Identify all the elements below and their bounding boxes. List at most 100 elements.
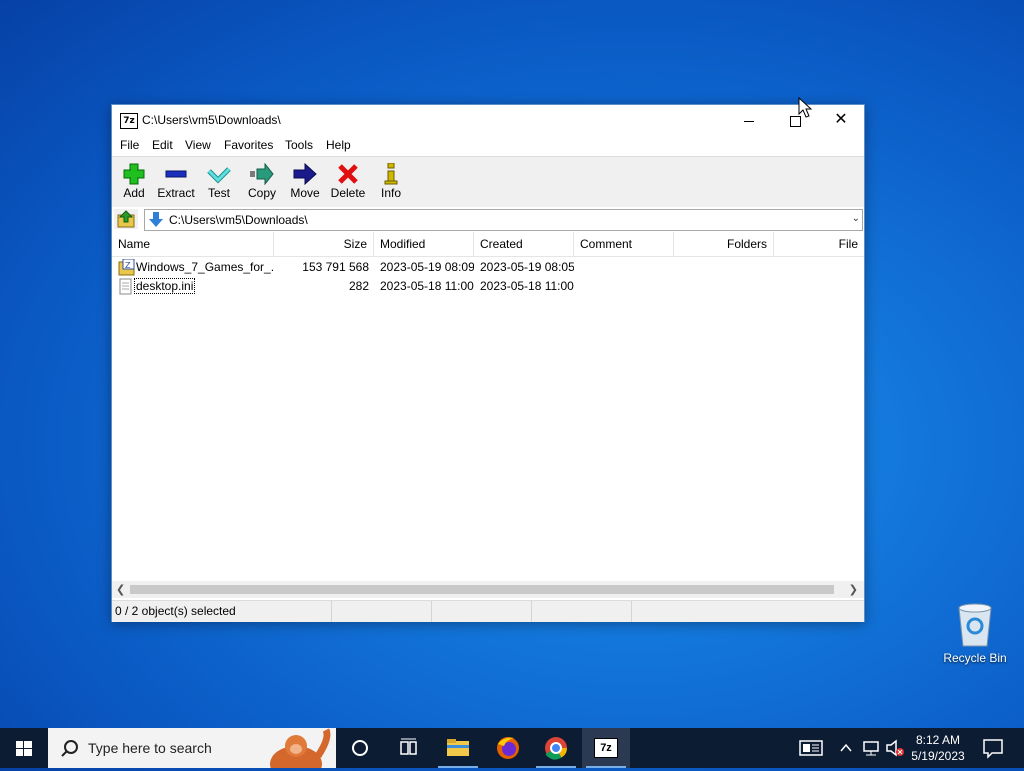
file-name: desktop.ini [134, 278, 196, 294]
show-hidden-icons-button[interactable] [836, 728, 856, 768]
status-bar: 0 / 2 object(s) selected [112, 600, 864, 622]
copy-arrow-icon [250, 163, 274, 185]
column-files[interactable]: File [774, 232, 864, 256]
column-created[interactable]: Created [474, 232, 574, 256]
table-row[interactable]: desktop.ini 282 2023-05-18 11:00 2023-05… [112, 277, 864, 296]
7zip-taskbar-icon: 7z [594, 738, 618, 758]
delete-x-icon [338, 164, 358, 184]
menu-edit[interactable]: Edit [152, 138, 173, 152]
mouse-cursor-icon [798, 97, 812, 118]
file-size: 153 791 568 [302, 260, 369, 274]
copy-button[interactable]: Copy [240, 159, 284, 205]
task-view-icon [400, 738, 417, 755]
recycle-bin-icon [958, 603, 992, 647]
window-title: C:\Users\vm5\Downloads\ [142, 113, 281, 127]
table-row[interactable]: Z Windows_7_Games_for_... 153 791 568 20… [112, 258, 864, 277]
down-arrow-folder-icon [149, 212, 163, 227]
file-modified: 2023-05-18 11:00 [380, 279, 474, 293]
cortana-button[interactable] [336, 728, 384, 768]
network-icon [863, 741, 879, 756]
path-text: C:\Users\vm5\Downloads\ [169, 213, 308, 227]
status-size [332, 601, 432, 622]
network-tray-button[interactable] [860, 728, 882, 768]
file-created: 2023-05-18 11:00 [480, 279, 574, 293]
up-folder-button[interactable] [114, 209, 138, 229]
path-combobox[interactable]: C:\Users\vm5\Downloads\ ⌄ [144, 209, 863, 231]
status-packed [432, 601, 532, 622]
clock-date: 5/19/2023 [911, 749, 965, 763]
move-arrow-icon [293, 163, 317, 185]
news-icon [799, 740, 823, 756]
chrome-taskbar-button[interactable] [532, 728, 580, 768]
horizontal-scrollbar[interactable]: ❮ ❯ [112, 581, 864, 598]
column-size[interactable]: Size [274, 232, 374, 256]
search-placeholder: Type here to search [88, 740, 212, 756]
recycle-bin-label: Recycle Bin [943, 651, 1007, 665]
start-button[interactable] [0, 728, 48, 768]
list-header: Name Size Modified Created Comment Folde… [112, 232, 864, 257]
up-folder-icon [117, 210, 135, 228]
chrome-icon [545, 737, 567, 760]
column-folders[interactable]: Folders [674, 232, 774, 256]
file-modified: 2023-05-19 08:09 [380, 260, 474, 274]
firefox-taskbar-button[interactable] [484, 728, 532, 768]
selection-status: 0 / 2 object(s) selected [112, 601, 332, 622]
test-button[interactable]: Test [197, 159, 241, 205]
move-button[interactable]: Move [283, 159, 327, 205]
plus-icon [123, 163, 145, 185]
add-button[interactable]: Add [112, 159, 156, 205]
search-icon [61, 740, 78, 757]
info-button[interactable]: Info [369, 159, 413, 205]
taskbar-clock[interactable]: 8:12 AM 5/19/2023 [906, 732, 970, 764]
chevron-down-icon[interactable]: ⌄ [852, 213, 860, 224]
recycle-bin-desktop-icon[interactable]: Recycle Bin [938, 600, 1012, 665]
close-icon: ✕ [834, 111, 848, 128]
windows-logo-icon [16, 741, 32, 756]
column-name[interactable]: Name [112, 232, 274, 256]
menu-tools[interactable]: Tools [285, 138, 313, 152]
scroll-left-icon[interactable]: ❮ [116, 583, 125, 596]
news-widget-button[interactable] [796, 728, 826, 768]
menu-file[interactable]: File [120, 138, 139, 152]
minimize-icon [744, 120, 754, 122]
task-view-button[interactable] [384, 728, 432, 768]
7zip-window: 7z C:\Users\vm5\Downloads\ ✕ File Edit V… [111, 104, 865, 622]
menu-bar: File Edit View Favorites Tools Help [112, 135, 864, 155]
folder-icon [447, 739, 469, 756]
column-modified[interactable]: Modified [374, 232, 474, 256]
info-icon [384, 163, 398, 185]
ini-file-icon [119, 278, 132, 295]
zip-archive-icon: Z [118, 259, 135, 276]
status-modified [532, 601, 632, 622]
file-size: 282 [348, 279, 369, 293]
notification-center-button[interactable] [978, 728, 1008, 768]
check-icon [207, 167, 231, 184]
7zip-taskbar-button[interactable]: 7z [582, 728, 630, 768]
minimize-button[interactable] [726, 105, 772, 135]
7zip-app-icon: 7z [120, 113, 138, 129]
volume-muted-icon [886, 739, 904, 757]
toolbar: Add Extract Test Copy Move Delete Info [112, 156, 864, 208]
firefox-icon [497, 737, 519, 759]
file-explorer-taskbar-button[interactable] [434, 728, 482, 768]
volume-tray-button[interactable] [884, 728, 906, 768]
notification-icon [983, 739, 1003, 759]
chevron-up-icon [840, 743, 852, 752]
taskbar: Type here to search 7z 8:12 AM 5/19/2023 [0, 728, 1024, 768]
taskbar-search-box[interactable]: Type here to search [48, 728, 336, 768]
menu-view[interactable]: View [185, 138, 211, 152]
menu-help[interactable]: Help [326, 138, 351, 152]
column-comment[interactable]: Comment [574, 232, 674, 256]
file-list[interactable]: Name Size Modified Created Comment Folde… [112, 232, 864, 581]
file-name: Windows_7_Games_for_... [136, 260, 274, 274]
menu-favorites[interactable]: Favorites [224, 138, 273, 152]
close-button[interactable]: ✕ [818, 105, 864, 135]
minus-icon [165, 170, 187, 178]
delete-button[interactable]: Delete [326, 159, 370, 205]
title-bar[interactable]: 7z C:\Users\vm5\Downloads\ ✕ [112, 105, 864, 135]
extract-button[interactable]: Extract [154, 159, 198, 205]
scrollbar-thumb[interactable] [130, 585, 834, 594]
orangutan-illustration-icon [270, 728, 331, 768]
svg-text:Z: Z [125, 261, 131, 270]
scroll-right-icon[interactable]: ❯ [849, 583, 858, 596]
